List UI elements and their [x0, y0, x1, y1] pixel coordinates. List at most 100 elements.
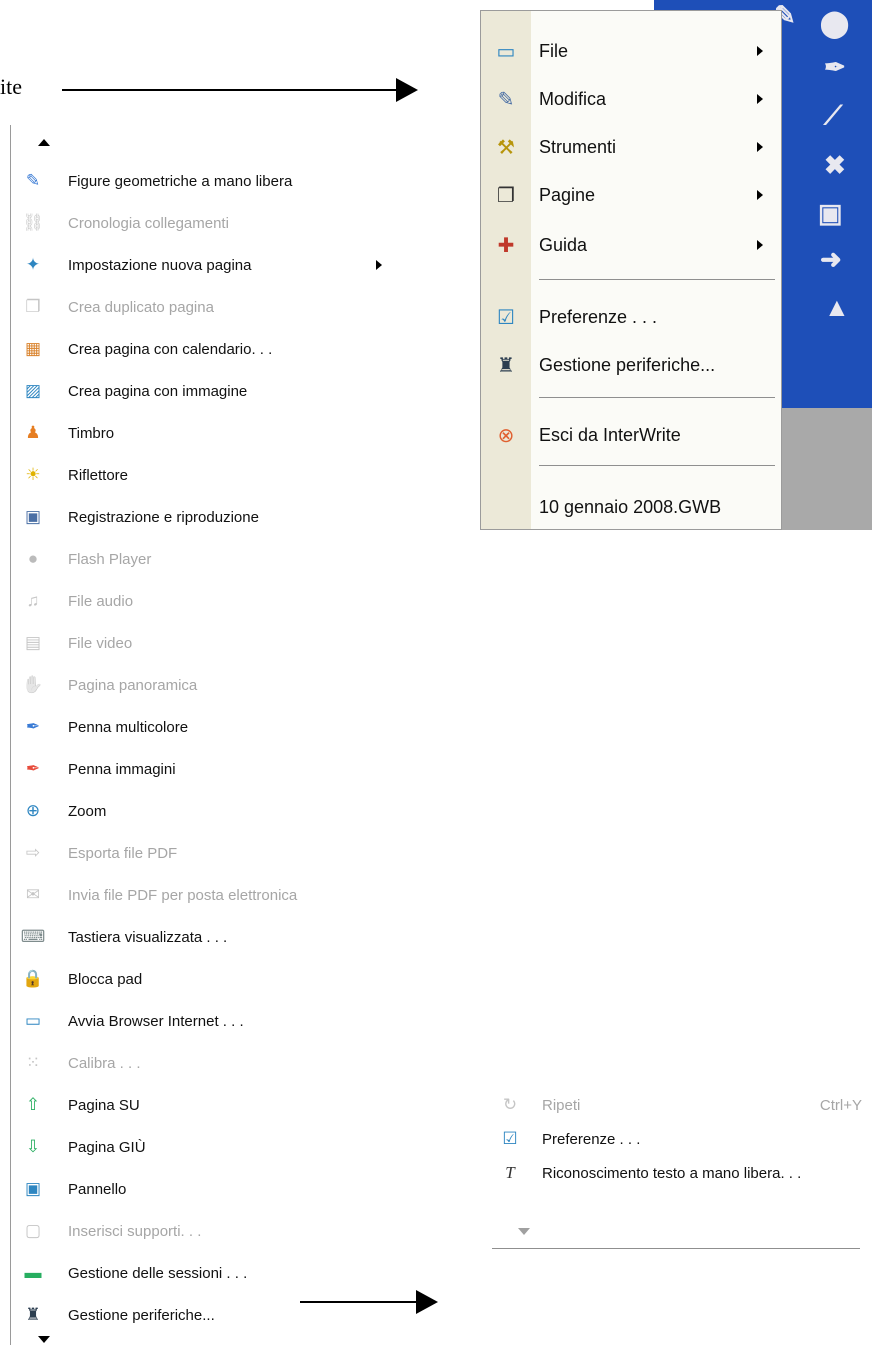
- annotation-text-fragment: ite: [0, 74, 22, 99]
- menu-separator: [539, 465, 775, 466]
- onscreen-keyboard-icon: ⌨: [20, 927, 46, 946]
- menu-item-label: Crea pagina con calendario. . .: [68, 340, 273, 358]
- menu-item-label: Esci da InterWrite: [539, 424, 681, 445]
- tools-icon: ⚒: [497, 136, 515, 159]
- menu-item[interactable]: ▦ Crea pagina con calendario. . .: [16, 328, 396, 370]
- menu-item[interactable]: ✎ Modifica: [481, 75, 781, 123]
- menu-item-label: File: [539, 40, 569, 61]
- menu-item[interactable]: ⁙ Calibra . . .: [16, 1042, 396, 1084]
- pages-icon: ❐: [497, 184, 515, 207]
- menu-item-label: Pagina GIÙ: [68, 1138, 146, 1156]
- pan-page-icon: ✋: [22, 675, 44, 694]
- menu-item[interactable]: ▣ Pannello: [16, 1168, 396, 1210]
- menu-item-label: Cronologia collegamenti: [68, 214, 229, 232]
- menu-item[interactable]: ▢ Inserisci supporti. . .: [16, 1210, 396, 1252]
- menu-item-label: Crea pagina con immagine: [68, 382, 248, 400]
- interwrite-full-menu: ✎ Figure geometriche a mano libera ⛓ Cronol…: [0, 125, 440, 1345]
- menu-item[interactable]: ✎ Figure geometriche a mano libera: [16, 160, 396, 202]
- menu-item-label: Riflettore: [68, 466, 129, 484]
- menu-item[interactable]: ▨ Crea pagina con immagine: [16, 370, 396, 412]
- menu-item[interactable]: ☑ Preferenze . . .: [490, 1122, 872, 1156]
- menu-item[interactable]: ✉ Invia file PDF per posta elettronica: [16, 874, 396, 916]
- main-menu-panel: ▭ File ✎ Modifica ⚒ Strumenti ❐ Pagine ✚ Guida ☑ Pr…: [480, 10, 782, 530]
- menu-item[interactable]: 10 gennaio 2008.GWB: [481, 483, 781, 531]
- menu-item[interactable]: ⇧ Pagina SU: [16, 1084, 396, 1126]
- menu-item[interactable]: ⌨ Tastiera visualizzata . . .: [16, 916, 396, 958]
- menu-item[interactable]: ☀ Riflettore: [16, 454, 396, 496]
- menu-item-label: Esporta file PDF: [68, 844, 178, 862]
- edit-icon: ✎: [497, 88, 515, 111]
- menu-separator: [539, 397, 775, 398]
- menu-item-label: Crea duplicato pagina: [68, 298, 214, 316]
- annotation-arrow-top: [62, 78, 418, 102]
- stamp-icon: ♟: [25, 423, 41, 442]
- session-manager-icon: ▬: [24, 1263, 42, 1282]
- menu-item[interactable]: ▣ Registrazione e riproduzione: [16, 496, 396, 538]
- image-page-icon: ▨: [24, 381, 42, 400]
- menu-item[interactable]: ♟ Timbro: [16, 412, 396, 454]
- menu-item[interactable]: ⛓ Cronologia collegamenti: [16, 202, 396, 244]
- menu-item[interactable]: ♫ File audio: [16, 580, 396, 622]
- menu-item-label: Modifica: [539, 88, 607, 109]
- interwrite-main-menu-area: ✎ ⬤ ✒ ⟋ ✖ ▣ ➜ ▲ ▭ File ✎ Modifica ⚒ Strumenti…: [474, 0, 872, 530]
- email-pdf-icon: ✉: [25, 885, 41, 904]
- internet-browser-icon: ▭: [24, 1011, 42, 1030]
- duplicate-page-icon: ❐: [25, 297, 41, 316]
- menu-item[interactable]: ⇨ Esporta file PDF: [16, 832, 396, 874]
- menu-item[interactable]: ✚ Guida: [481, 221, 781, 269]
- scroll-up-arrow-icon[interactable]: [38, 139, 50, 146]
- menu-item[interactable]: ♜ Gestione periferiche...: [16, 1294, 396, 1336]
- menu-item[interactable]: ▭ Avvia Browser Internet . . .: [16, 1000, 396, 1042]
- video-file-icon: ▤: [24, 633, 42, 652]
- menu-left-border: [10, 125, 11, 1345]
- submenu-arrow-icon: [757, 240, 763, 250]
- calendar-page-icon: ▦: [24, 339, 42, 358]
- menu-item[interactable]: ● Flash Player: [16, 538, 396, 580]
- menu-item[interactable]: ⊗ Esci da InterWrite: [481, 411, 781, 459]
- insert-media-icon: ▢: [24, 1221, 42, 1240]
- menu-item[interactable]: ❐ Crea duplicato pagina: [16, 286, 396, 328]
- menu-item-label: Gestione periferiche...: [68, 1306, 215, 1324]
- menu-item[interactable]: ⊕ Zoom: [16, 790, 396, 832]
- menu-item[interactable]: ✦ Impostazione nuova pagina: [16, 244, 396, 286]
- submenu-arrow-icon: [376, 260, 382, 270]
- menu-item[interactable]: ♜ Gestione periferiche...: [481, 341, 781, 389]
- menu-item[interactable]: 🔒 Blocca pad: [16, 958, 396, 1000]
- preferences-icon: ☑: [497, 306, 515, 329]
- flash-player-icon: ●: [27, 549, 39, 568]
- menu-item[interactable]: ▤ File video: [16, 622, 396, 664]
- preferences-icon: ☑: [502, 1129, 518, 1148]
- help-kit-icon: ✚: [497, 234, 515, 257]
- menu-item-label: Registrazione e riproduzione: [68, 508, 259, 526]
- menu-item[interactable]: ▬ Gestione delle sessioni . . .: [16, 1252, 396, 1294]
- menu-item-label: Preferenze . . .: [539, 306, 658, 327]
- menu-item[interactable]: ✋ Pagina panoramica: [16, 664, 396, 706]
- menu-item-label: Pannello: [68, 1180, 127, 1198]
- menu-item-label: Avvia Browser Internet . . .: [68, 1012, 244, 1030]
- submenu-arrow-icon: [757, 142, 763, 152]
- menu-item-label: Riconoscimento testo a mano libera. . .: [542, 1164, 802, 1182]
- menu-item[interactable]: ✒ Penna multicolore: [16, 706, 396, 748]
- scroll-down-arrow-icon[interactable]: [38, 1336, 50, 1343]
- lock-pad-icon: 🔒: [22, 969, 44, 988]
- menu-item[interactable]: ↻ Ripeti Ctrl+Y: [490, 1088, 872, 1122]
- image-pen-icon: ✒: [25, 759, 41, 778]
- menu-item[interactable]: ⚒ Strumenti: [481, 123, 781, 171]
- menu-item[interactable]: T Riconoscimento testo a mano libera. . .: [490, 1156, 872, 1190]
- menu-item-label: File audio: [68, 592, 134, 610]
- menu-item[interactable]: ❐ Pagine: [481, 171, 781, 219]
- menu-item-label: Strumenti: [539, 136, 617, 157]
- menu-item-label: Inserisci supporti. . .: [68, 1222, 202, 1240]
- menu-icon-placeholder: [493, 494, 519, 520]
- device-manager-icon: ♜: [497, 354, 515, 377]
- menu-item[interactable]: ☑ Preferenze . . .: [481, 293, 781, 341]
- menu-item-label: Ripeti: [542, 1096, 581, 1114]
- menu-item[interactable]: ✒ Penna immagini: [16, 748, 396, 790]
- exit-icon: ⊗: [497, 424, 515, 447]
- scroll-down-arrow-icon[interactable]: [518, 1228, 530, 1235]
- menu-item[interactable]: ⇩ Pagina GIÙ: [16, 1126, 396, 1168]
- new-page-settings-icon: ✦: [25, 255, 41, 274]
- menu-item-label: Figure geometriche a mano libera: [68, 172, 293, 190]
- menu-item[interactable]: ▭ File: [481, 27, 781, 75]
- menu-separator: [539, 279, 775, 280]
